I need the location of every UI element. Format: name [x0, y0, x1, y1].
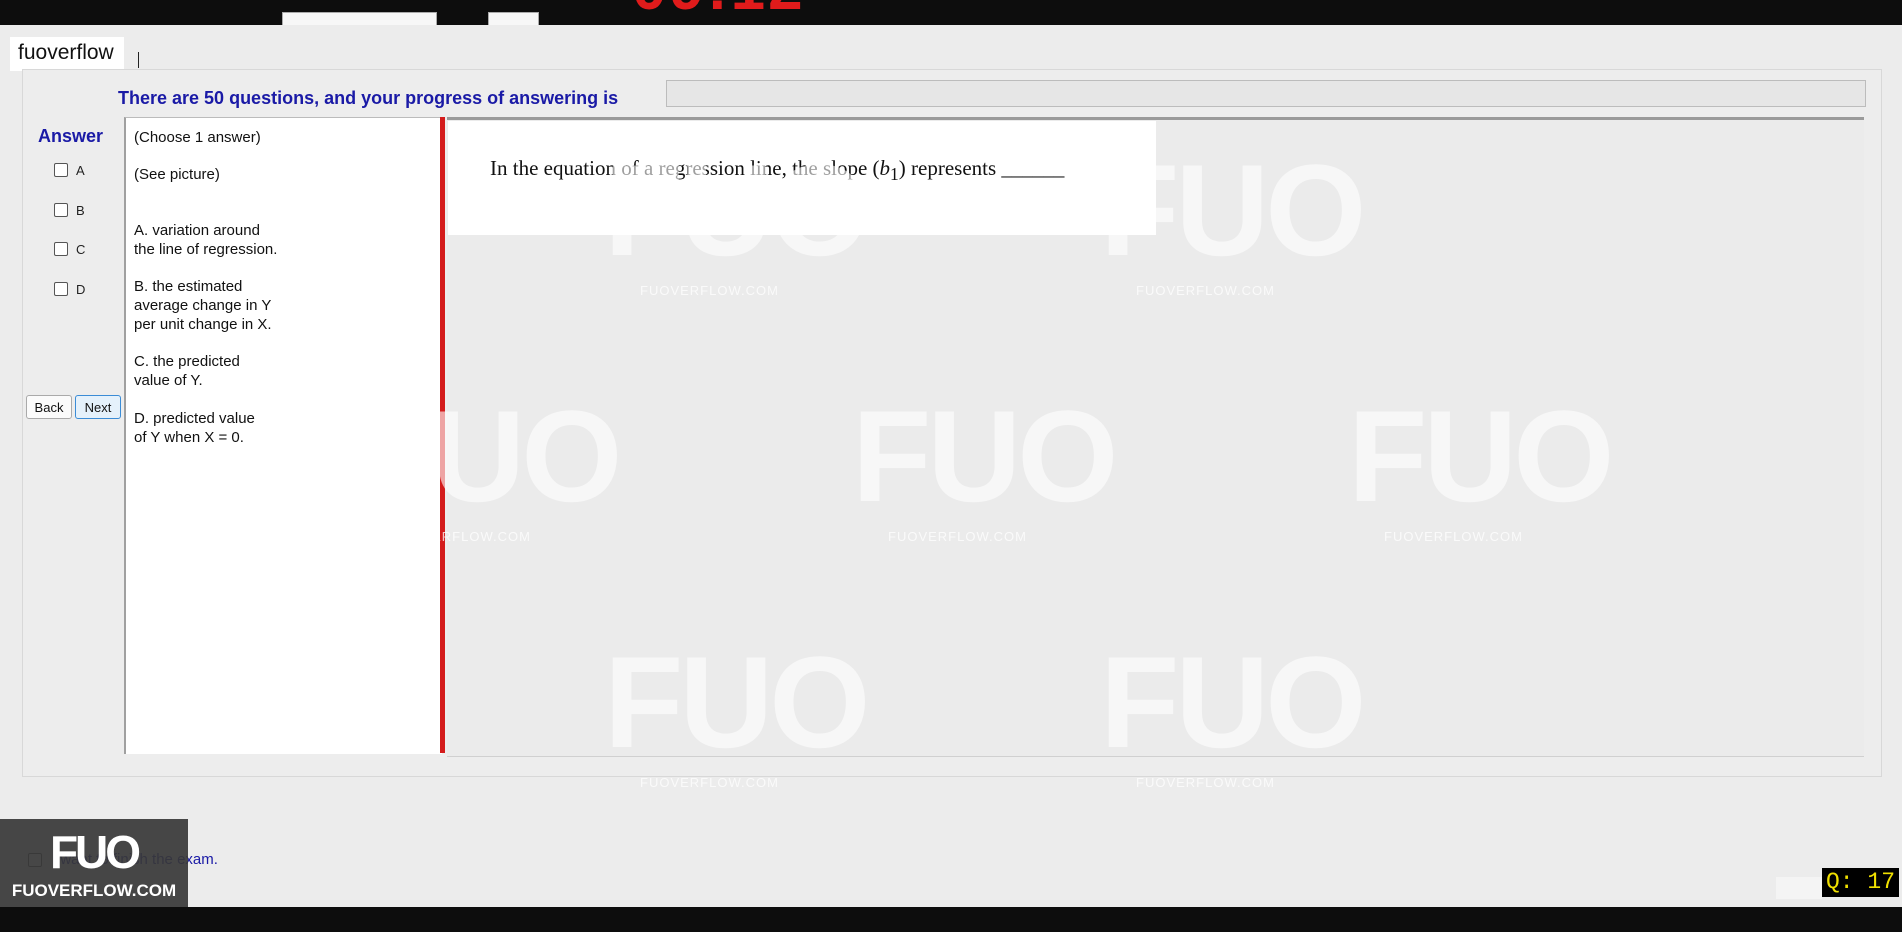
watermark-mark: FUO: [356, 383, 622, 529]
option-label-c: C: [76, 241, 86, 257]
see-picture-note: (See picture): [134, 166, 220, 183]
answer-option-c[interactable]: C: [54, 239, 114, 259]
watermark-url: FUOVERFLOW.COM: [1384, 529, 1523, 544]
question-text-after: ) represents ______: [898, 156, 1065, 180]
exam-code-combo[interactable]: [282, 12, 437, 25]
watermark-url: FUOVERFLOW.COM: [640, 775, 779, 790]
choice-a-line1: A. variation around: [134, 222, 260, 239]
watermark-mark: FUO: [1100, 137, 1366, 283]
answer-option-d[interactable]: D: [54, 279, 114, 299]
checkbox-b[interactable]: [54, 203, 68, 217]
watermark-label: fuoverflow: [10, 37, 124, 71]
question-counter: Q: 17: [1822, 868, 1900, 897]
choice-d-line1: D. predicted value: [134, 410, 255, 427]
checkbox-c[interactable]: [54, 242, 68, 256]
fuo-logo: FUO FUOVERFLOW.COM: [0, 819, 188, 907]
bottom-bar: [0, 907, 1902, 932]
question-var: b: [879, 156, 891, 180]
top-bar: 09:12: [0, 0, 1902, 25]
countdown-timer: 09:12: [632, 0, 806, 24]
text-caret: [138, 52, 139, 68]
choice-d-line2: of Y when X = 0.: [134, 429, 244, 446]
answer-option-b[interactable]: B: [54, 200, 114, 220]
question-sub: 1: [890, 164, 899, 185]
choice-c-line2: value of Y.: [134, 372, 203, 389]
choice-d: D. predicted value of Y when X = 0.: [134, 409, 255, 447]
choice-c-line1: C. the predicted: [134, 353, 240, 370]
watermark-url: FUOVERFLOW.COM: [640, 283, 779, 298]
progress-bar: [666, 80, 1866, 107]
watermark-url: FUOVERFLOW.COM: [392, 529, 531, 544]
choice-b-line3: per unit change in X.: [134, 316, 272, 333]
watermark-mark: FUO: [852, 383, 1118, 529]
watermark-mark: FUO: [604, 137, 870, 283]
choose-instruction: (Choose 1 answer): [134, 129, 261, 146]
watermark-mark: FUO: [604, 629, 870, 775]
choice-a: A. variation around the line of regressi…: [134, 221, 277, 259]
back-button[interactable]: Back: [26, 395, 72, 419]
choice-b: B. the estimated average change in Y per…: [134, 277, 272, 334]
option-label-b: B: [76, 202, 85, 218]
logo-mark: FUO: [49, 826, 141, 878]
option-label-d: D: [76, 281, 86, 297]
choice-b-line2: average change in Y: [134, 297, 272, 314]
watermark-mark: FUO: [1348, 383, 1614, 529]
choice-b-line1: B. the estimated: [134, 278, 243, 295]
logo-url: FUOVERFLOW.COM: [11, 881, 177, 900]
progress-text: There are 50 questions, and your progres…: [118, 88, 619, 108]
exam-window: fuoverflow There are 50 questions, and y…: [0, 25, 1902, 907]
watermark-mark: FUO: [1100, 629, 1366, 775]
choice-a-line2: the line of regression.: [134, 241, 278, 258]
watermark-url: FUOVERFLOW.COM: [1136, 283, 1275, 298]
watermark-url: FUOVERFLOW.COM: [1136, 775, 1275, 790]
overlay-block: [1776, 877, 1822, 899]
watermark-url: FUOVERFLOW.COM: [888, 529, 1027, 544]
font-size-combo[interactable]: [488, 12, 539, 25]
option-label-a: A: [76, 162, 85, 178]
choice-c: C. the predicted value of Y.: [134, 352, 240, 390]
next-button[interactable]: Next: [75, 395, 121, 419]
answer-option-a[interactable]: A: [54, 160, 114, 180]
answer-heading: Answer: [38, 126, 104, 146]
checkbox-d[interactable]: [54, 282, 68, 296]
checkbox-a[interactable]: [54, 163, 68, 177]
